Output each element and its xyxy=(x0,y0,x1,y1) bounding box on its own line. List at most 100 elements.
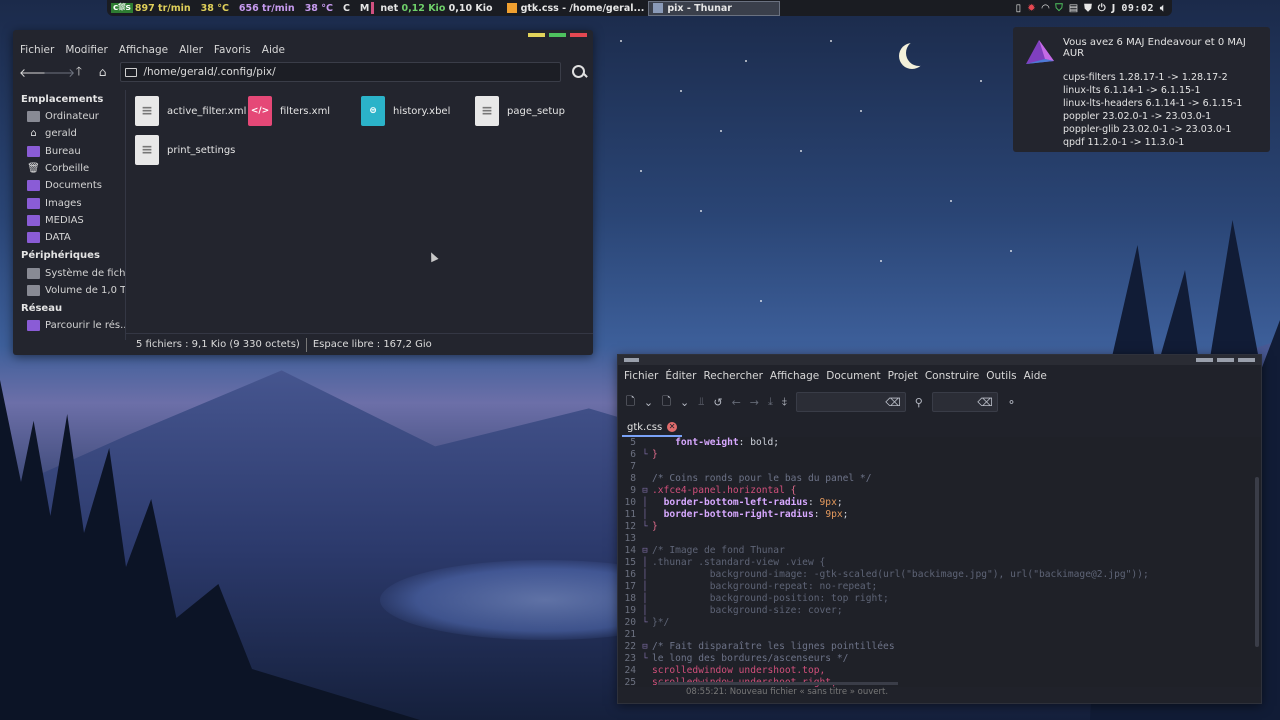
back-icon[interactable]: 🡐 xyxy=(19,65,51,80)
power-icon[interactable]: ⏻ xyxy=(1098,3,1106,14)
menu-favoris[interactable]: Favoris xyxy=(214,44,251,56)
cpu-temp: 38 °C xyxy=(200,2,229,14)
clipboard-icon[interactable]: ▯ xyxy=(1016,3,1022,14)
save-all-icon[interactable]: ⫫ xyxy=(698,395,704,409)
net-label: net xyxy=(380,2,399,14)
sidebar-item-medias[interactable]: MEDIAS xyxy=(13,212,125,229)
sidebar-item-computer[interactable]: Ordinateur xyxy=(13,108,125,125)
menu-rechercher[interactable]: Rechercher xyxy=(703,370,762,382)
horizontal-scrollbar[interactable] xyxy=(658,682,898,685)
search-icon[interactable] xyxy=(571,64,587,80)
status-free-space: Espace libre : 167,2 Gio xyxy=(312,339,432,350)
chevron-down-icon[interactable]: ⌄ xyxy=(644,396,653,409)
file-item[interactable]: active_filter.xml xyxy=(135,96,246,126)
cpu-monitor-icon[interactable]: c⛆s xyxy=(111,3,133,13)
search-icon[interactable]: ⚲ xyxy=(915,396,923,409)
menu-fichier[interactable]: Fichier xyxy=(20,44,54,56)
drive-icon xyxy=(27,284,40,296)
menu-modifier[interactable]: Modifier xyxy=(65,44,107,56)
menu-affichage[interactable]: Affichage xyxy=(770,370,819,382)
memory-graph-label[interactable]: M xyxy=(360,3,369,14)
menu-editer[interactable]: Éditer xyxy=(665,370,696,382)
navigate-back-icon[interactable]: ← xyxy=(732,396,741,409)
menu-document[interactable]: Document xyxy=(826,370,880,382)
sidebar-item-data[interactable]: DATA xyxy=(13,229,125,246)
window-titlebar[interactable] xyxy=(13,30,593,41)
vertical-scrollbar[interactable] xyxy=(1255,477,1259,647)
menu-aller[interactable]: Aller xyxy=(179,44,203,56)
new-file-icon[interactable]: 🗋 xyxy=(626,393,635,412)
file-item[interactable]: page_setup xyxy=(475,96,565,126)
navigate-forward-icon[interactable]: → xyxy=(750,396,759,409)
file-item[interactable]: </> filters.xml xyxy=(248,96,330,126)
file-item[interactable]: print_settings xyxy=(135,135,235,165)
hook-icon[interactable]: J xyxy=(1112,3,1116,14)
menu-fichier[interactable]: Fichier xyxy=(624,370,658,382)
task-geany[interactable]: gtk.css - /home/geral... xyxy=(503,1,649,16)
volume-icon[interactable]: 🔈︎ xyxy=(1160,3,1166,14)
menu-aide[interactable]: Aide xyxy=(1024,370,1047,382)
update-line: linux-lts 6.1.14-1 -> 6.1.15-1 xyxy=(1063,85,1201,96)
tab-gtk-css[interactable]: gtk.css ✕ xyxy=(622,419,683,437)
sidebar-item-trash[interactable]: 🗑︎ Corbeille xyxy=(13,160,125,177)
menu-affichage[interactable]: Affichage xyxy=(119,44,168,56)
sidebar-item-desktop[interactable]: Bureau xyxy=(13,143,125,160)
vpn-icon[interactable]: ⛉ xyxy=(1055,3,1063,14)
menu-construire[interactable]: Construire xyxy=(925,370,979,382)
folder-icon xyxy=(27,197,40,209)
gpu-fan-speed: 656 tr/min xyxy=(238,2,295,14)
sidebar-item-filesystem[interactable]: Système de fich... xyxy=(13,264,125,281)
sidebar-item-volume[interactable]: Volume de 1,0 To xyxy=(13,282,125,299)
gpu-temp: 38 °C xyxy=(304,2,333,14)
home-icon: ⌂ xyxy=(30,128,37,140)
keyboard-icon[interactable]: ▤ xyxy=(1069,3,1078,14)
maximize-button[interactable] xyxy=(549,33,566,37)
home-icon[interactable]: ⌂ xyxy=(91,65,115,79)
chevron-down-icon[interactable]: ⌄ xyxy=(680,396,689,409)
menu-outils[interactable]: Outils xyxy=(986,370,1016,382)
clear-icon[interactable]: ⌫ xyxy=(977,396,993,409)
window-menu-button[interactable] xyxy=(624,358,639,362)
file-view[interactable]: active_filter.xml </> filters.xml ⊜ hist… xyxy=(133,92,588,337)
sidebar-item-documents[interactable]: Documents xyxy=(13,177,125,194)
sidebar-item-label: Ordinateur xyxy=(45,111,99,123)
build-icon[interactable]: ⤈ xyxy=(782,395,787,409)
update-icon[interactable]: ✹ xyxy=(1027,3,1035,14)
file-name: page_setup xyxy=(507,105,565,117)
color-picker-icon[interactable]: ⚬ xyxy=(1007,396,1016,409)
sidebar-header-devices: Périphériques xyxy=(21,250,100,262)
sidebar-item-browse-network[interactable]: Parcourir le rés... xyxy=(13,317,125,334)
file-name: history.xbel xyxy=(393,105,451,117)
code-editor[interactable]: 5 font-weight: bold; 6 └} 7 8 /* Coins ro… xyxy=(618,437,1261,687)
close-button[interactable] xyxy=(570,33,587,37)
minimize-button[interactable] xyxy=(1196,358,1213,362)
open-file-icon[interactable]: 🗋 xyxy=(662,393,671,412)
goto-line-input[interactable]: ⌫ xyxy=(931,392,998,412)
shield-icon[interactable]: ⛊ xyxy=(1084,3,1092,14)
file-item[interactable]: ⊜ history.xbel xyxy=(361,96,450,126)
wifi-icon[interactable]: ◠ xyxy=(1042,3,1050,14)
xml-file-icon: </> xyxy=(248,96,272,126)
location-bar[interactable]: /home/gerald/.config/pix/ xyxy=(120,62,562,82)
sidebar-item-images[interactable]: Images xyxy=(13,194,125,211)
revert-icon[interactable]: ↺ xyxy=(713,396,722,409)
clear-icon[interactable]: ⌫ xyxy=(885,396,901,409)
search-input[interactable]: ⌫ xyxy=(795,392,906,412)
compile-icon[interactable]: ⤓ xyxy=(768,395,773,409)
forward-icon[interactable]: 🡒 xyxy=(43,65,75,80)
menu-aide[interactable]: Aide xyxy=(262,44,285,56)
maximize-button[interactable] xyxy=(1217,358,1234,362)
clock[interactable]: 09:02 xyxy=(1121,3,1154,14)
update-notification[interactable]: Vous avez 6 MAJ Endeavour et 0 MAJ AUR c… xyxy=(1013,27,1270,152)
sidebar-item-home[interactable]: ⌂ gerald xyxy=(13,125,125,142)
sidebar-item-label: Corbeille xyxy=(45,163,90,175)
folder-icon xyxy=(27,214,40,226)
up-icon[interactable]: 🡑 xyxy=(67,62,91,83)
window-titlebar[interactable] xyxy=(618,355,1261,365)
close-button[interactable] xyxy=(1238,358,1255,362)
minimize-button[interactable] xyxy=(528,33,545,37)
task-thunar[interactable]: pix - Thunar xyxy=(648,0,781,16)
close-tab-icon[interactable]: ✕ xyxy=(667,422,678,432)
cpu-graph-label[interactable]: C xyxy=(343,3,350,14)
menu-projet[interactable]: Projet xyxy=(888,370,918,382)
